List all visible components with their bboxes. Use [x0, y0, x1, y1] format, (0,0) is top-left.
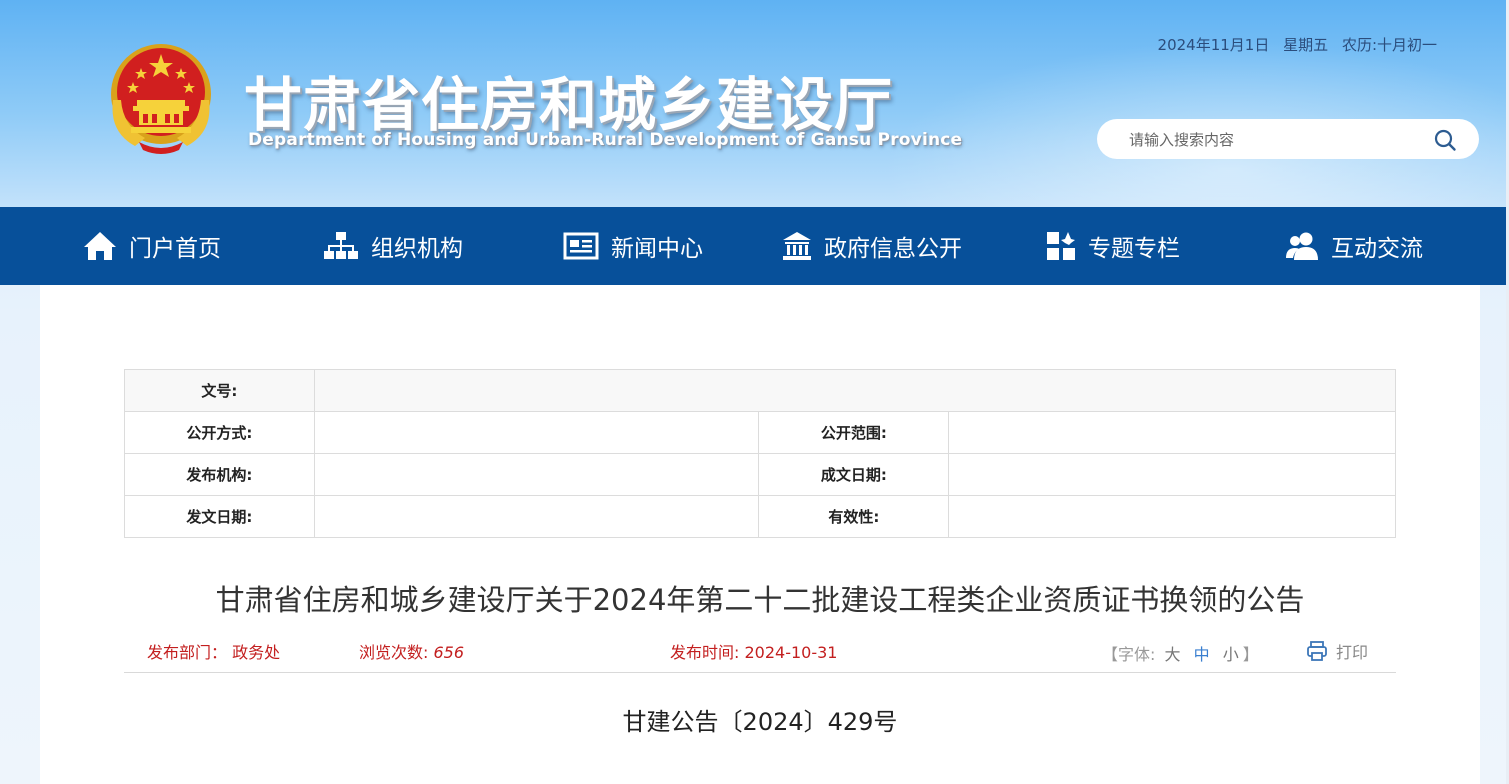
publish-department: 发布部门： 政务处 [147, 639, 280, 663]
publish-mode-value [313, 411, 760, 454]
font-size-label: 字体: [1118, 645, 1156, 664]
article-container: 文号: 公开方式: 公开范围: 发布机构: 成文日期: 发文日期: 有效性: 甘… [40, 285, 1480, 784]
validity-label: 有效性: [758, 495, 950, 538]
written-date-label: 成文日期: [758, 453, 950, 496]
newspaper-icon [563, 232, 599, 260]
org-chart-icon [324, 232, 358, 259]
view-count-value: 656 [433, 643, 465, 662]
search-icon[interactable] [1433, 128, 1457, 152]
document-number: 甘建公告〔2024〕429号 [622, 708, 898, 736]
validity-value [948, 495, 1396, 538]
bracket-open: 【 [1102, 645, 1119, 664]
font-size-control: 【字体: 大 中 小】 [1102, 641, 1259, 665]
doc-number-label: 文号: [124, 369, 315, 412]
publish-time-value: 2024-10-31 [744, 643, 838, 662]
publish-scope-value [948, 411, 1396, 454]
nav-item-organization[interactable]: 组织机构 [323, 207, 463, 285]
bracket-close: 】 [1242, 645, 1259, 664]
doc-number-value [313, 369, 1397, 412]
article-info-row: 发布部门： 政务处 浏览次数: 656 发布时间: 2024-10-31 【字体… [40, 639, 1480, 665]
lunar-date: 农历:十月初一 [1341, 36, 1437, 54]
site-subtitle: Department of Housing and Urban-Rural De… [248, 130, 963, 150]
publish-time: 发布时间: 2024-10-31 [670, 639, 837, 663]
nav-item-label: 专题专栏 [1088, 236, 1180, 262]
meta-row: 公开方式: 公开范围: [124, 411, 1396, 454]
view-count: 浏览次数: 656 [359, 639, 464, 663]
nav-item-label: 政府信息公开 [824, 236, 962, 262]
main-nav: 门户首页 组织机构 新闻中心 政府信息公开 专题专栏 互动交流 [0, 207, 1509, 285]
written-date-value [948, 453, 1396, 496]
view-count-label: 浏览次数: [359, 643, 429, 662]
printer-icon [1307, 641, 1327, 661]
publish-scope-label: 公开范围: [758, 411, 950, 454]
document-meta-table: 文号: 公开方式: 公开范围: 发布机构: 成文日期: 发文日期: 有效性: [124, 369, 1397, 538]
government-building-icon [783, 232, 811, 260]
publish-mode-label: 公开方式: [124, 411, 315, 454]
nav-item-interaction[interactable]: 互动交流 [1285, 207, 1423, 285]
font-size-small-button[interactable]: 小 [1223, 645, 1239, 664]
issue-date-value [313, 495, 760, 538]
issuing-agency-value [313, 453, 760, 496]
meta-row: 发布机构: 成文日期: [124, 453, 1396, 496]
users-icon [1286, 232, 1318, 260]
nav-item-label: 新闻中心 [611, 236, 703, 262]
publish-department-label: 发布部门： [147, 643, 228, 662]
nav-item-news[interactable]: 新闻中心 [563, 207, 703, 285]
nav-item-label: 门户首页 [129, 236, 221, 262]
print-button[interactable]: 打印 [1306, 639, 1368, 663]
grid-star-icon [1047, 232, 1075, 260]
issue-date-label: 发文日期: [124, 495, 315, 538]
date-line: 2024年11月1日 星期五 农历:十月初一 [1158, 34, 1437, 55]
print-label: 打印 [1336, 643, 1369, 662]
nav-item-label: 组织机构 [371, 236, 463, 262]
meta-row: 发文日期: 有效性: [124, 495, 1396, 538]
article-title: 甘肃省住房和城乡建设厅关于2024年第二十二批建设工程类企业资质证书换领的公告 [215, 583, 1305, 617]
nav-item-label: 互动交流 [1331, 236, 1423, 262]
search-box [1097, 119, 1479, 161]
issuing-agency-label: 发布机构: [124, 453, 315, 496]
national-emblem-icon [111, 44, 211, 154]
font-size-medium-button[interactable]: 中 [1194, 645, 1210, 664]
nav-item-gov-info[interactable]: 政府信息公开 [782, 207, 962, 285]
site-header: 甘肃省住房和城乡建设厅 Department of Housing and Ur… [0, 0, 1509, 207]
current-date: 2024年11月1日 [1157, 36, 1270, 54]
nav-item-special-topics[interactable]: 专题专栏 [1046, 207, 1180, 285]
search-input[interactable] [1127, 119, 1421, 161]
info-divider [124, 672, 1396, 673]
font-size-large-button[interactable]: 大 [1165, 645, 1181, 664]
current-weekday: 星期五 [1283, 36, 1329, 54]
home-icon [84, 232, 116, 260]
publish-department-value: 政务处 [232, 643, 281, 662]
meta-row-doc-number: 文号: [124, 369, 1397, 412]
publish-time-label: 发布时间: [670, 643, 740, 662]
nav-item-home[interactable]: 门户首页 [83, 207, 221, 285]
